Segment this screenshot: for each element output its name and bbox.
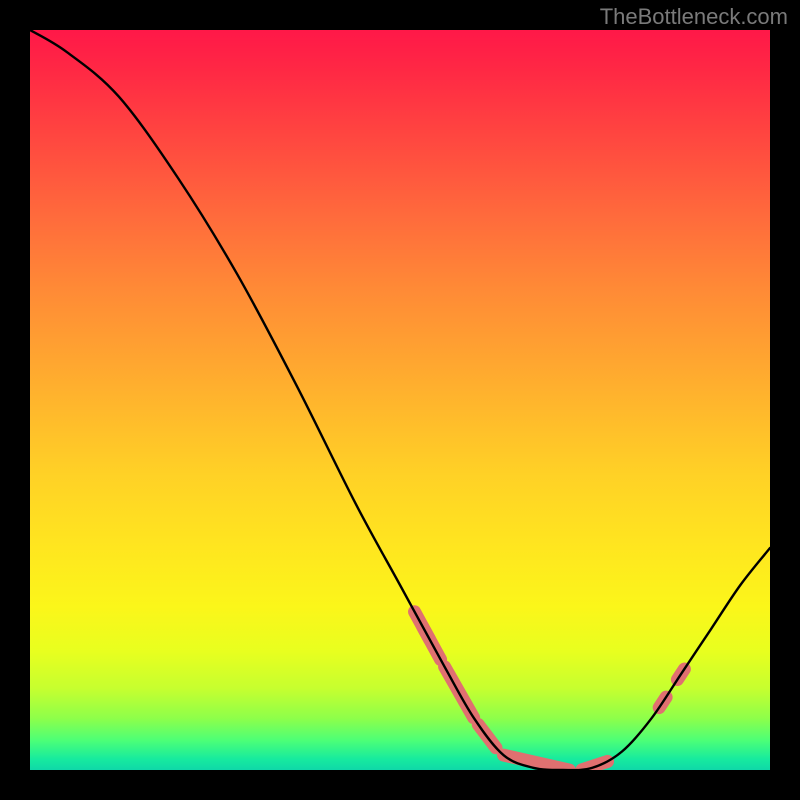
watermark-text: TheBottleneck.com (600, 4, 788, 30)
marker-bands-group (415, 612, 685, 770)
curve-svg (30, 30, 770, 770)
bottleneck-curve (30, 30, 770, 770)
plot-area (30, 30, 770, 770)
